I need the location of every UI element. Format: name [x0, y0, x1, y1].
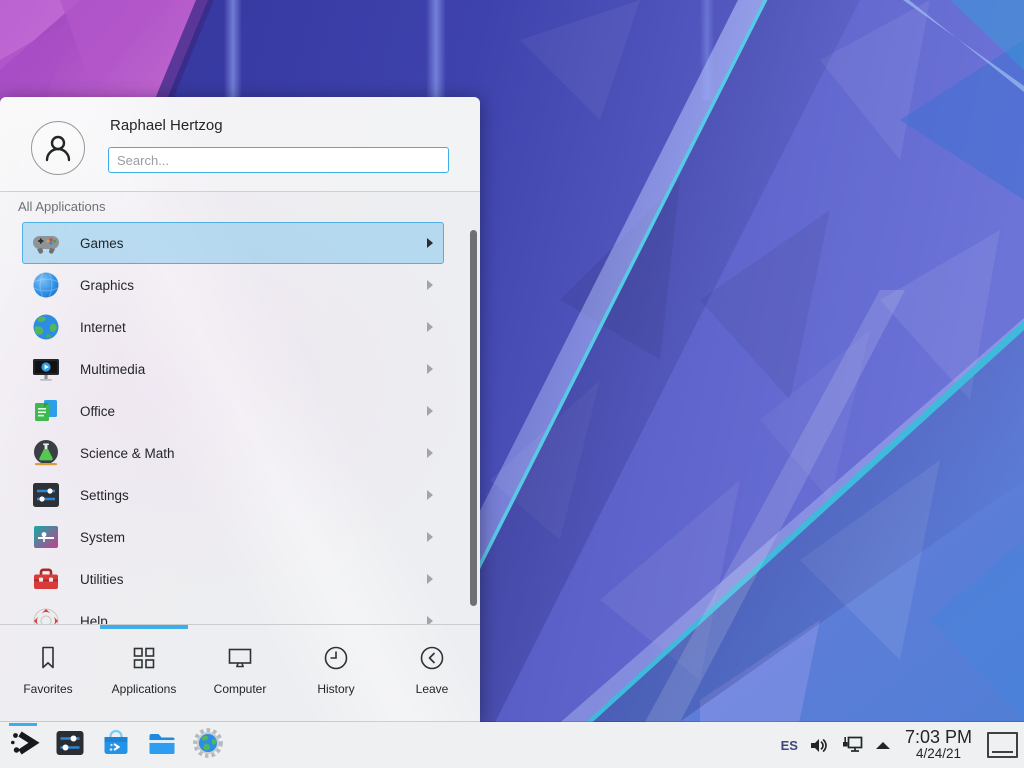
- kali-menu-icon: [8, 727, 40, 764]
- search-input[interactable]: [108, 147, 449, 173]
- browser-globe-gear-icon: [192, 727, 224, 764]
- taskbar-discover-store[interactable]: [100, 729, 132, 761]
- system-settings-icon: [54, 727, 86, 764]
- submenu-arrow-icon: [427, 280, 433, 290]
- category-row-help[interactable]: Help: [22, 600, 444, 624]
- category-row-graphics[interactable]: Graphics: [22, 264, 444, 306]
- category-label: System: [80, 530, 427, 545]
- category-row-multimedia[interactable]: Multimedia: [22, 348, 444, 390]
- category-list: Games Graphics Internet Multimedia Office Sci…: [0, 222, 480, 624]
- gamepad-icon: [30, 227, 62, 259]
- submenu-arrow-icon: [427, 574, 433, 584]
- category-label: Office: [80, 404, 427, 419]
- tab-applications[interactable]: Applications: [96, 628, 192, 722]
- tab-computer[interactable]: Computer: [192, 628, 288, 722]
- category-row-science-math[interactable]: Science & Math: [22, 432, 444, 474]
- active-task-indicator: [9, 723, 37, 726]
- tab-label: Favorites: [23, 682, 72, 696]
- tabbar-separator: [0, 624, 480, 625]
- computer-monitor-icon: [225, 643, 255, 673]
- category-label: Games: [80, 236, 427, 251]
- taskbar-panel: ES 7:03 PM 4/24/21: [0, 722, 1024, 768]
- section-label: All Applications: [18, 199, 105, 214]
- taskbar-file-manager[interactable]: [146, 729, 178, 761]
- taskbar-kali-launcher[interactable]: [8, 729, 40, 761]
- submenu-arrow-icon: [427, 616, 433, 624]
- globe-icon: [30, 311, 62, 343]
- toolbox-icon: [30, 563, 62, 595]
- launcher-header: Raphael Hertzog: [0, 97, 480, 191]
- submenu-arrow-icon: [427, 406, 433, 416]
- desktop: Raphael Hertzog All Applications Games Gr…: [0, 0, 1024, 768]
- science-flask-icon: [30, 437, 62, 469]
- volume-icon[interactable]: [809, 735, 830, 756]
- tab-label: Applications: [112, 682, 177, 696]
- clock-date: 4/24/21: [916, 747, 961, 761]
- submenu-arrow-icon: [427, 238, 433, 248]
- taskbar-system-settings[interactable]: [54, 729, 86, 761]
- submenu-arrow-icon: [427, 490, 433, 500]
- expand-tray-caret-icon[interactable]: [876, 742, 890, 749]
- tab-label: History: [317, 682, 354, 696]
- user-icon: [41, 131, 75, 165]
- submenu-arrow-icon: [427, 448, 433, 458]
- category-row-settings[interactable]: Settings: [22, 474, 444, 516]
- tab-leave[interactable]: Leave: [384, 628, 480, 722]
- lifebuoy-icon: [30, 605, 62, 624]
- tab-label: Leave: [416, 682, 449, 696]
- history-clock-icon: [321, 643, 351, 673]
- submenu-arrow-icon: [427, 322, 433, 332]
- system-icon: [30, 521, 62, 553]
- category-label: Internet: [80, 320, 427, 335]
- settings-sliders-icon: [30, 479, 62, 511]
- office-docs-icon: [30, 395, 62, 427]
- network-wired-icon[interactable]: [841, 734, 865, 756]
- category-label: Graphics: [80, 278, 427, 293]
- discover-bag-icon: [100, 727, 132, 764]
- user-avatar: [31, 121, 85, 175]
- system-tray: ES 7:03 PM 4/24/21: [781, 728, 1024, 761]
- app-grid-icon: [129, 643, 159, 673]
- keyboard-layout-indicator[interactable]: ES: [781, 738, 798, 753]
- leave-back-icon: [417, 643, 447, 673]
- header-separator: [0, 191, 480, 192]
- category-row-games[interactable]: Games: [22, 222, 444, 264]
- bookmark-icon: [33, 643, 63, 673]
- tab-label: Computer: [214, 682, 267, 696]
- multimedia-monitor-icon: [30, 353, 62, 385]
- category-label: Settings: [80, 488, 427, 503]
- digital-clock[interactable]: 7:03 PM 4/24/21: [901, 728, 976, 761]
- category-row-internet[interactable]: Internet: [22, 306, 444, 348]
- category-label: Help: [80, 614, 427, 625]
- show-desktop-button[interactable]: [987, 732, 1018, 758]
- tab-favorites[interactable]: Favorites: [0, 628, 96, 722]
- graphics-sphere-icon: [30, 269, 62, 301]
- list-scrollbar[interactable]: [470, 230, 477, 606]
- application-launcher-menu: Raphael Hertzog All Applications Games Gr…: [0, 97, 480, 722]
- user-name: Raphael Hertzog: [110, 117, 223, 134]
- category-row-utilities[interactable]: Utilities: [22, 558, 444, 600]
- category-label: Multimedia: [80, 362, 427, 377]
- clock-time: 7:03 PM: [905, 728, 972, 747]
- category-row-office[interactable]: Office: [22, 390, 444, 432]
- submenu-arrow-icon: [427, 532, 433, 542]
- folder-icon: [146, 727, 178, 764]
- taskbar-web-browser[interactable]: [192, 729, 224, 761]
- category-label: Science & Math: [80, 446, 427, 461]
- category-label: Utilities: [80, 572, 427, 587]
- category-row-system[interactable]: System: [22, 516, 444, 558]
- tab-history[interactable]: History: [288, 628, 384, 722]
- launcher-tabbar: Favorites Applications Computer History Leav…: [0, 628, 480, 722]
- submenu-arrow-icon: [427, 364, 433, 374]
